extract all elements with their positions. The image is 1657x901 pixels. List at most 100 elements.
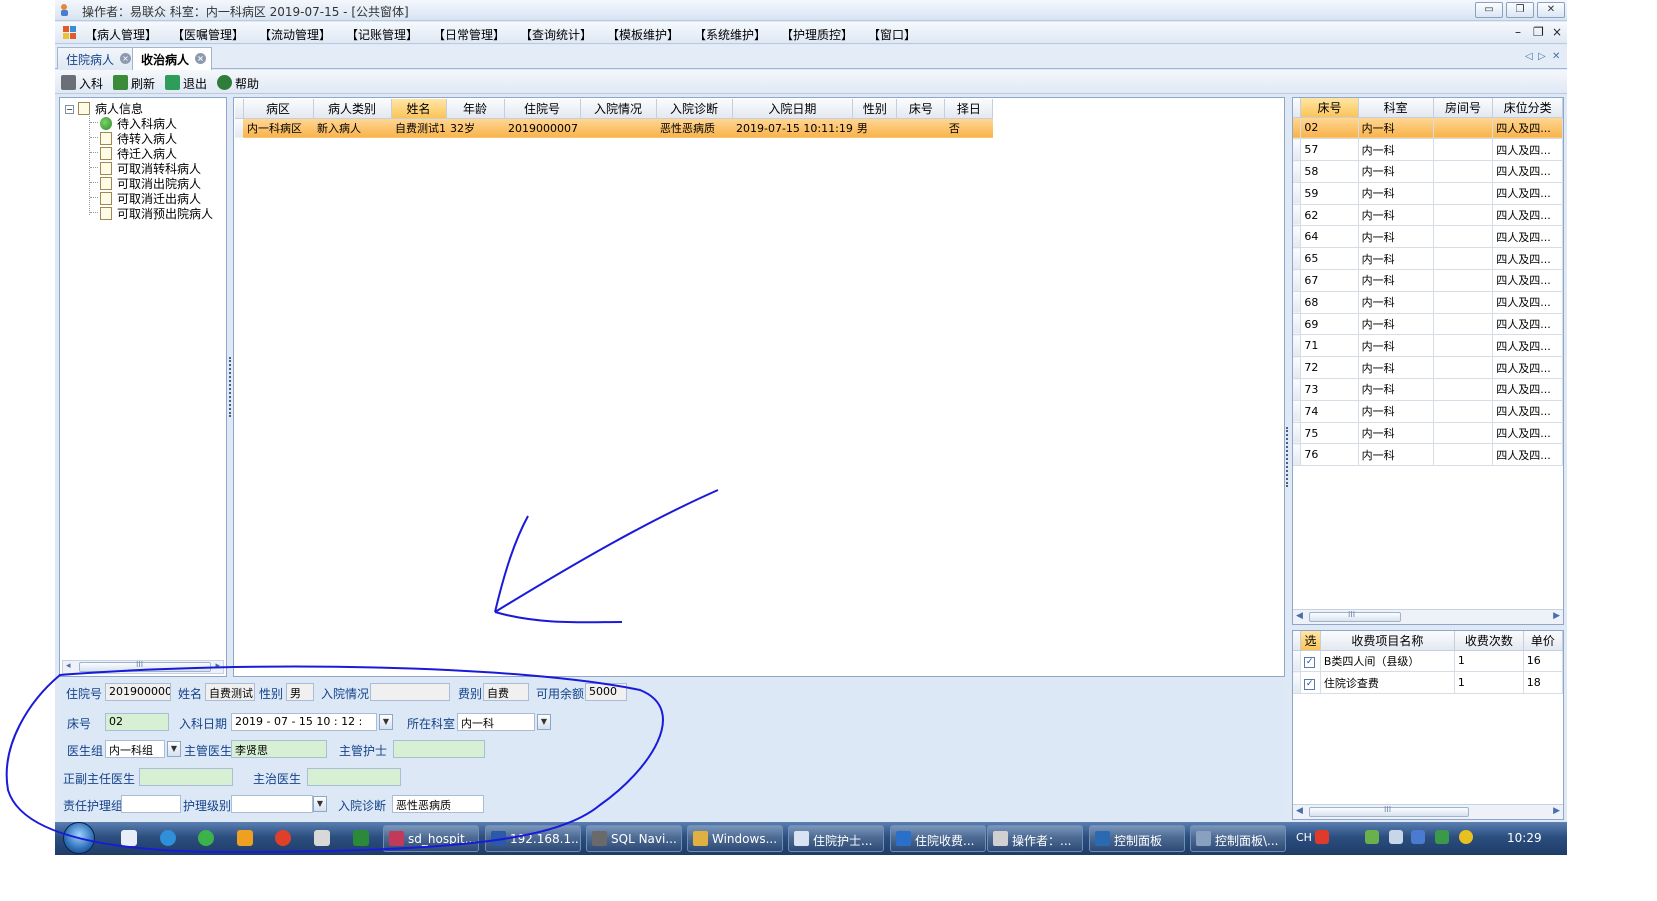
table-cell[interactable]: 69: [1300, 313, 1359, 336]
scroll-right-icon[interactable]: ▸: [215, 661, 220, 671]
table-cell[interactable]: [1433, 334, 1494, 358]
restore-button[interactable]: ❐: [1506, 2, 1534, 18]
table-cell[interactable]: [1433, 117, 1494, 140]
menu-statistics[interactable]: 【查询统计】: [520, 26, 592, 43]
scroll-right-icon[interactable]: ▶: [1553, 611, 1560, 621]
bed-row[interactable]: 72 内一科 四人及四...: [1293, 356, 1563, 380]
word-icon[interactable]: [121, 830, 137, 846]
table-cell[interactable]: 内一科: [1358, 182, 1434, 205]
table-cell[interactable]: 内一科: [1358, 138, 1434, 162]
scroll-left-icon[interactable]: ◂: [66, 661, 71, 671]
table-cell[interactable]: 16: [1523, 650, 1563, 673]
fee-row[interactable]: ✓ 住院诊查费 1 18: [1293, 671, 1563, 695]
column-header[interactable]: 入院日期: [732, 99, 854, 119]
column-header[interactable]: 年龄: [446, 99, 505, 119]
table-cell[interactable]: 自费测试1: [391, 118, 446, 138]
table-cell[interactable]: 四人及四...: [1492, 313, 1563, 336]
table-cell[interactable]: 72: [1300, 356, 1359, 380]
menu-orders[interactable]: 【医嘱管理】: [172, 26, 244, 43]
table-cell[interactable]: 四人及四...: [1492, 160, 1563, 183]
table-cell[interactable]: 74: [1300, 400, 1359, 423]
table-cell[interactable]: 四人及四...: [1492, 378, 1563, 401]
table-cell[interactable]: 内一科病区: [243, 118, 313, 138]
column-header[interactable]: 姓名: [391, 99, 447, 119]
tray-app-icon[interactable]: [1459, 830, 1473, 844]
table-cell[interactable]: 18: [1523, 671, 1563, 695]
table-cell[interactable]: 四人及四...: [1492, 400, 1563, 423]
media-player-icon[interactable]: [237, 830, 253, 846]
table-cell[interactable]: 62: [1300, 204, 1359, 227]
table-cell[interactable]: 内一科: [1358, 422, 1434, 445]
attending-doctor-field[interactable]: 李贤思: [231, 740, 327, 758]
security-icon[interactable]: [1435, 830, 1449, 844]
table-cell[interactable]: 内一科: [1358, 160, 1434, 183]
taskbar-task[interactable]: Windows...: [687, 825, 783, 852]
table-cell[interactable]: [1433, 138, 1494, 162]
table-cell[interactable]: B类四人间（县级）: [1320, 650, 1455, 673]
fee-horizontal-scrollbar[interactable]: ◀ III ▶: [1293, 804, 1563, 819]
table-cell[interactable]: [1433, 225, 1494, 249]
bed-field[interactable]: 02: [105, 713, 169, 731]
mdi-close-button[interactable]: ×: [1552, 25, 1562, 39]
table-cell[interactable]: [1433, 422, 1494, 445]
menu-flow[interactable]: 【流动管理】: [259, 26, 331, 43]
bed-horizontal-scrollbar[interactable]: ◀ III ▶: [1293, 609, 1563, 624]
inpatient-no-field[interactable]: 2019000007: [105, 683, 171, 701]
date-dropdown-icon[interactable]: ▼: [379, 714, 393, 730]
taskbar-task[interactable]: 操作者：...: [987, 825, 1083, 852]
tab-next-icon[interactable]: ▷: [1538, 51, 1546, 62]
table-cell[interactable]: 四人及四...: [1492, 225, 1563, 249]
bed-row[interactable]: 71 内一科 四人及四...: [1293, 334, 1563, 358]
column-header[interactable]: 床号: [1300, 98, 1359, 118]
table-cell[interactable]: 1: [1454, 650, 1524, 673]
menu-daily[interactable]: 【日常管理】: [433, 26, 505, 43]
doctor-group-dropdown-icon[interactable]: ▼: [167, 741, 181, 757]
scroll-thumb[interactable]: III: [1309, 610, 1401, 622]
scroll-thumb[interactable]: III: [79, 660, 211, 672]
tree-item-cancel-pre-discharge[interactable]: 可取消预出院病人: [100, 205, 213, 222]
360-browser-icon[interactable]: [198, 830, 214, 846]
table-cell[interactable]: 68: [1300, 291, 1359, 314]
table-cell[interactable]: 四人及四...: [1492, 443, 1563, 467]
bed-row[interactable]: 02 内一科 四人及四...: [1293, 117, 1563, 140]
care-group-field[interactable]: [121, 795, 181, 813]
clock[interactable]: 10:29: [1507, 831, 1542, 845]
table-cell[interactable]: 四人及四...: [1492, 247, 1563, 271]
column-header[interactable]: 入院情况: [580, 99, 657, 119]
table-cell[interactable]: 四人及四...: [1492, 334, 1563, 358]
table-cell[interactable]: 75: [1300, 422, 1359, 445]
table-cell[interactable]: 内一科: [1358, 400, 1434, 423]
exit-button[interactable]: 退出: [165, 75, 207, 91]
bed-row[interactable]: 69 内一科 四人及四...: [1293, 313, 1563, 336]
column-header[interactable]: 病人类别: [313, 99, 392, 119]
taskbar-task[interactable]: 住院收费...: [890, 825, 986, 852]
table-cell[interactable]: 四人及四...: [1492, 269, 1563, 292]
table-cell[interactable]: 内一科: [1358, 334, 1434, 358]
table-cell[interactable]: 四人及四...: [1492, 182, 1563, 205]
sex-field[interactable]: 男: [286, 683, 314, 701]
table-cell[interactable]: 内一科: [1358, 356, 1434, 380]
close-window-button[interactable]: ✕: [1537, 2, 1565, 18]
table-cell[interactable]: 02: [1300, 117, 1359, 140]
column-header[interactable]: 单价: [1523, 631, 1563, 651]
tab-close-icon[interactable]: ×: [195, 53, 207, 64]
menu-window[interactable]: 【窗口】: [868, 26, 916, 43]
table-cell[interactable]: 四人及四...: [1492, 291, 1563, 314]
table-cell[interactable]: 1: [1454, 671, 1524, 695]
column-header[interactable]: 床位分类: [1492, 98, 1563, 118]
tree-collapse-icon[interactable]: −: [65, 105, 74, 114]
menu-billing[interactable]: 【记账管理】: [346, 26, 418, 43]
column-header[interactable]: 房间号: [1433, 98, 1494, 118]
table-cell[interactable]: 四人及四...: [1492, 204, 1563, 227]
table-cell[interactable]: 57: [1300, 138, 1359, 162]
table-cell[interactable]: [1433, 269, 1494, 292]
nurse-field[interactable]: [393, 740, 485, 758]
table-cell[interactable]: 四人及四...: [1492, 138, 1563, 162]
table-cell[interactable]: 59: [1300, 182, 1359, 205]
scroll-right-icon[interactable]: ▶: [1553, 806, 1560, 816]
start-button[interactable]: [63, 822, 95, 854]
tab-close-all-icon[interactable]: ✕: [1552, 51, 1560, 62]
balance-field[interactable]: 5000: [585, 683, 627, 701]
column-header[interactable]: 收费次数: [1454, 631, 1524, 651]
tree-horizontal-scrollbar[interactable]: ◂ III ▸: [62, 660, 224, 674]
